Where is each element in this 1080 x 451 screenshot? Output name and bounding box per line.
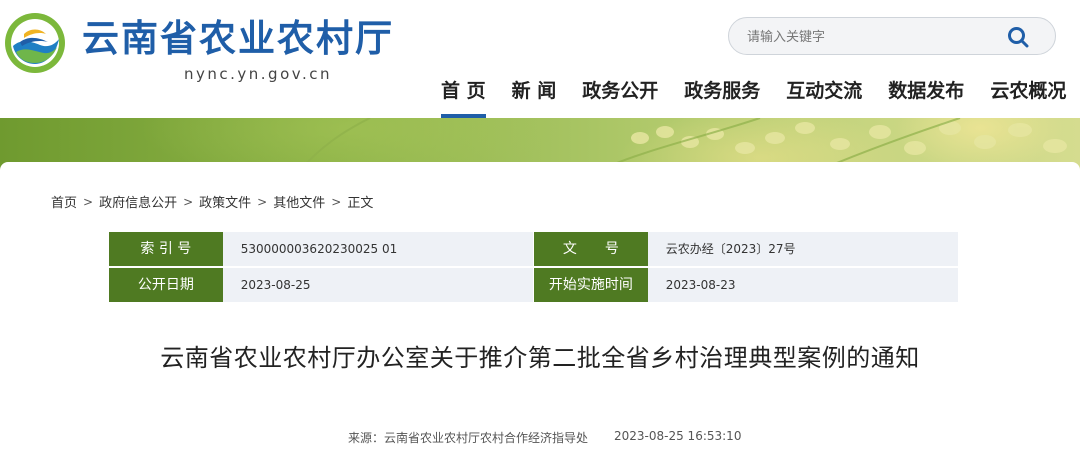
main-nav: 首 页 新 闻 政务公开 政务服务 互动交流 数据发布 云农概况 <box>428 72 1079 118</box>
breadcrumb-policy-docs[interactable]: 政策文件 <box>199 192 251 211</box>
breadcrumb-gov-info[interactable]: 政府信息公开 <box>99 192 177 211</box>
site-domain: nync.yn.gov.cn <box>184 65 332 83</box>
breadcrumb-separator: > <box>331 194 342 209</box>
breadcrumb: 首页 > 政府信息公开 > 政策文件 > 其他文件 > 正文 <box>51 192 374 212</box>
breadcrumb-current: 正文 <box>347 196 374 211</box>
breadcrumb-other-docs[interactable]: 其他文件 <box>273 192 325 211</box>
nav-interaction[interactable]: 互动交流 <box>773 72 875 118</box>
nav-home[interactable]: 首 页 <box>428 72 499 118</box>
nav-gov-services[interactable]: 政务服务 <box>671 72 773 118</box>
index-number-label: 索 引 号 <box>109 232 223 266</box>
search-input[interactable] <box>745 26 999 48</box>
index-number-value: 530000003620230025 01 <box>222 232 533 266</box>
meta-row: 公开日期 2023-08-25 开始实施时间 2023-08-23 <box>109 268 958 302</box>
site-header: 云南省农业农村厅 nync.yn.gov.cn 首 页 新 闻 政务公开 政务服… <box>0 0 1080 118</box>
effective-date-label: 开始实施时间 <box>534 268 648 302</box>
document-number-label: 文 号 <box>534 232 648 266</box>
document-number-value: 云农办经〔2023〕27号 <box>647 232 958 266</box>
publish-date-value: 2023-08-25 <box>222 268 533 302</box>
nav-news[interactable]: 新 闻 <box>499 72 570 118</box>
breadcrumb-home[interactable]: 首页 <box>51 192 77 211</box>
article-source: 来源：云南省农业农村厅农村合作经济指导处 <box>348 431 589 445</box>
meta-row: 索 引 号 530000003620230025 01 文 号 云农办经〔202… <box>109 232 958 266</box>
site-logo[interactable] <box>4 12 66 74</box>
breadcrumb-separator: > <box>83 194 94 209</box>
nav-overview[interactable]: 云农概况 <box>977 72 1079 118</box>
site-title[interactable]: 云南省农业农村厅 <box>82 16 394 62</box>
article-container: 首页 > 政府信息公开 > 政策文件 > 其他文件 > 正文 索 引 号 530… <box>0 162 1080 451</box>
search-box <box>728 17 1056 55</box>
article-timestamp: 2023-08-25 16:53:10 <box>614 429 742 443</box>
effective-date-value: 2023-08-23 <box>647 268 958 302</box>
breadcrumb-separator: > <box>257 194 268 209</box>
nav-data-release[interactable]: 数据发布 <box>875 72 977 118</box>
article-title: 云南省农业农村厅办公室关于推介第二批全省乡村治理典型案例的通知 <box>160 344 920 372</box>
breadcrumb-separator: > <box>183 194 194 209</box>
document-meta-table: 索 引 号 530000003620230025 01 文 号 云农办经〔202… <box>109 232 958 304</box>
search-icon[interactable] <box>1007 26 1029 48</box>
nav-gov-affairs-open[interactable]: 政务公开 <box>569 72 671 118</box>
publish-date-label: 公开日期 <box>109 268 223 302</box>
